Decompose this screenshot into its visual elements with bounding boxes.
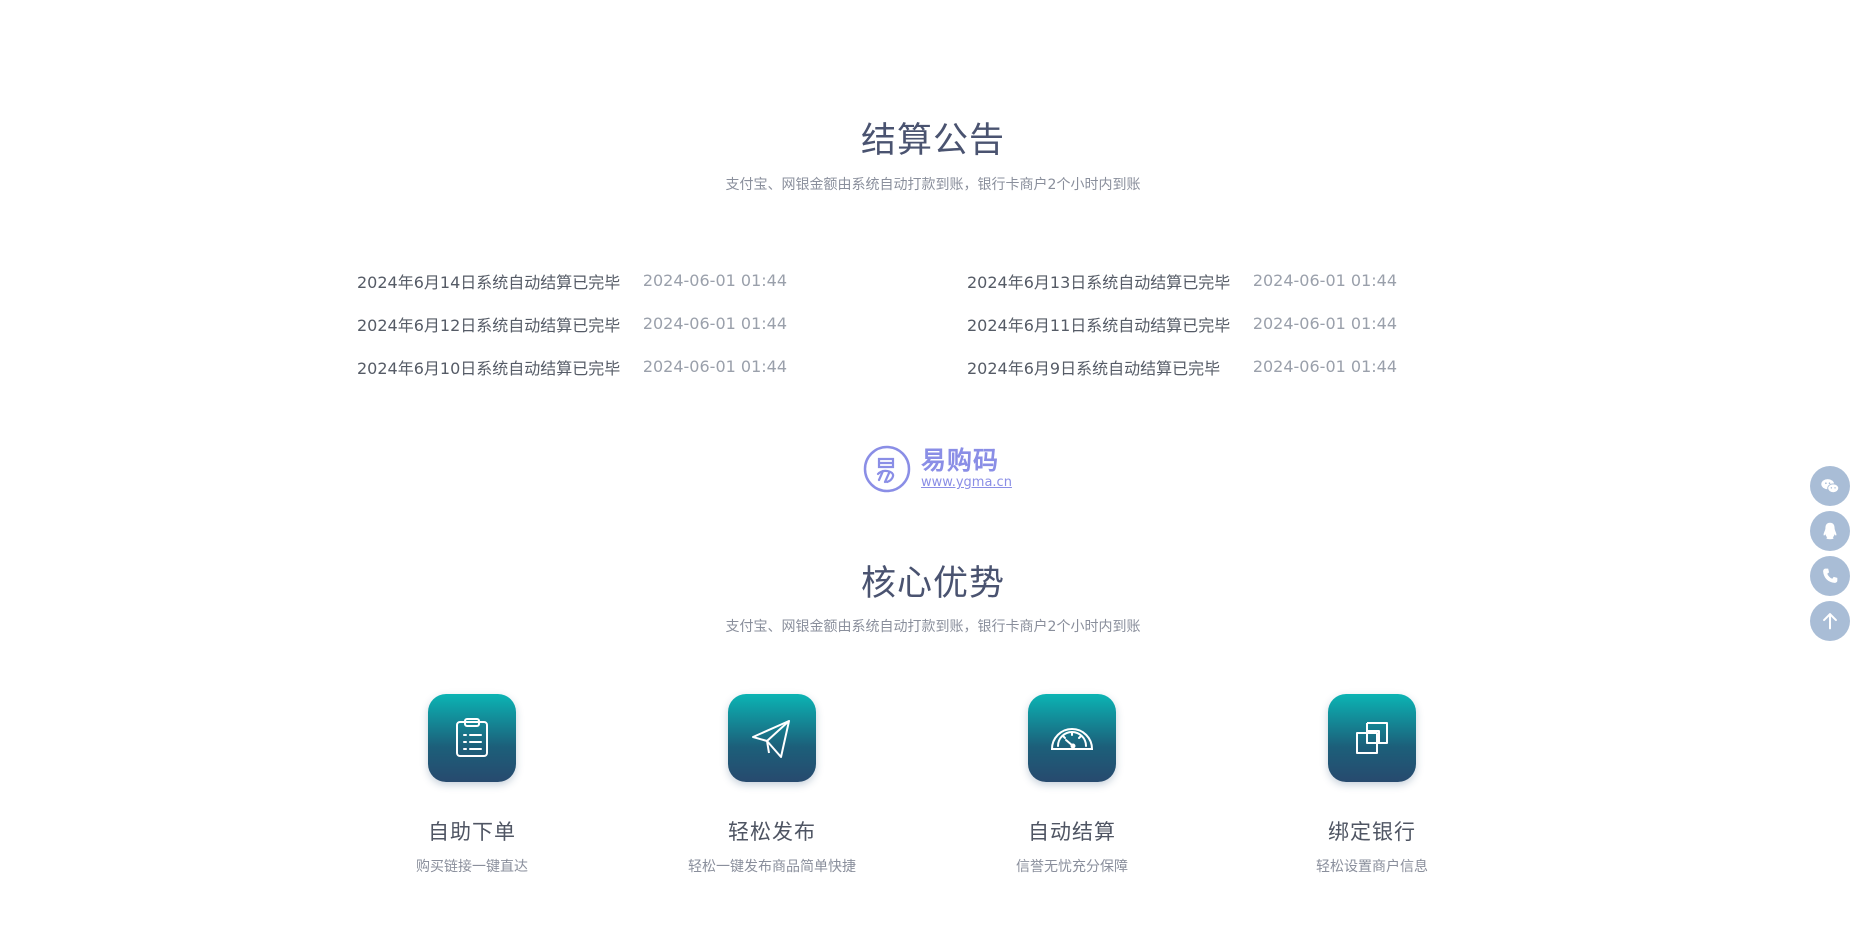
back-to-top-icon [1823,613,1837,630]
advantage-title: 自动结算 [1028,820,1116,844]
phone-icon [1823,568,1838,583]
clipboard-icon [428,694,516,782]
qq-icon [1823,522,1837,540]
announcement-item[interactable]: 2024年6月10日系统自动结算已完毕 2024-06-01 01:44 [357,354,787,379]
announcement-item-date: 2024-06-01 01:44 [642,271,787,290]
announcement-item-title: 2024年6月12日系统自动结算已完毕 [357,315,621,335]
announcement-list: 2024年6月14日系统自动结算已完毕 2024-06-01 01:44 202… [357,268,1519,379]
announcement-item-title: 2024年6月11日系统自动结算已完毕 [967,315,1231,335]
advantages-subtitle: 支付宝、网银金额由系统自动打款到账，银行卡商户2个小时内到账 [725,619,1141,635]
advantage-title: 绑定银行 [1328,820,1416,844]
wechat-button[interactable] [1810,466,1850,506]
announcement-item-date: 2024-06-01 01:44 [1252,357,1397,376]
announcement-item-title: 2024年6月14日系统自动结算已完毕 [357,272,621,292]
floating-toolbar [1810,466,1850,641]
advantages-title: 核心优势 [860,564,1005,604]
advantage-item: 自助下单 购买链接一键直达 [372,694,572,876]
speedometer-icon [1028,694,1116,782]
announcement-item-date: 2024-06-01 01:44 [642,314,787,333]
announcement-item-date: 2024-06-01 01:44 [1252,314,1397,333]
advantages-list: 自助下单 购买链接一键直达 轻松发布 轻松一键发布商品简单快捷 自动结算 信誉无… [372,694,1572,876]
announcement-item[interactable]: 2024年6月14日系统自动结算已完毕 2024-06-01 01:44 [357,268,787,293]
announcement-item[interactable]: 2024年6月9日系统自动结算已完毕 2024-06-01 01:44 [967,354,1397,379]
paper-plane-icon [728,694,816,782]
announcement-subtitle: 支付宝、网银金额由系统自动打款到账，银行卡商户2个小时内到账 [725,177,1141,193]
announcement-item[interactable]: 2024年6月12日系统自动结算已完毕 2024-06-01 01:44 [357,311,787,336]
announcement-item-title: 2024年6月10日系统自动结算已完毕 [357,358,621,378]
advantage-title: 轻松发布 [728,820,816,844]
announcement-item-date: 2024-06-01 01:44 [1252,271,1397,290]
announcement-item-title: 2024年6月9日系统自动结算已完毕 [967,358,1221,378]
advantage-title: 自助下单 [428,820,516,844]
announcement-item-title: 2024年6月13日系统自动结算已完毕 [967,272,1231,292]
advantage-desc: 信誉无忧充分保障 [1016,859,1128,875]
announcement-item[interactable]: 2024年6月11日系统自动结算已完毕 2024-06-01 01:44 [967,311,1397,336]
advantage-item: 轻松发布 轻松一键发布商品简单快捷 [672,694,872,876]
advantage-item: 绑定银行 轻松设置商户信息 [1272,694,1472,876]
announcement-item-date: 2024-06-01 01:44 [642,357,787,376]
advantage-desc: 轻松设置商户信息 [1316,859,1428,875]
advantage-desc: 轻松一键发布商品简单快捷 [688,859,856,875]
advantage-desc: 购买链接一键直达 [416,859,528,875]
qq-button[interactable] [1810,511,1850,551]
wechat-icon [1821,479,1840,494]
logo-url[interactable]: www.ygma.cn [921,475,1012,491]
advantage-item: 自动结算 信誉无忧充分保障 [972,694,1172,876]
site-logo[interactable]: 易购码 www.ygma.cn [862,441,1022,497]
back-to-top-button[interactable] [1810,601,1850,641]
logo-mark-icon [863,445,911,493]
logo-name: 易购码 [921,446,1000,475]
announcement-title: 结算公告 [860,121,1005,161]
announcement-item[interactable]: 2024年6月13日系统自动结算已完毕 2024-06-01 01:44 [967,268,1397,293]
phone-button[interactable] [1810,556,1850,596]
link-squares-icon [1328,694,1416,782]
